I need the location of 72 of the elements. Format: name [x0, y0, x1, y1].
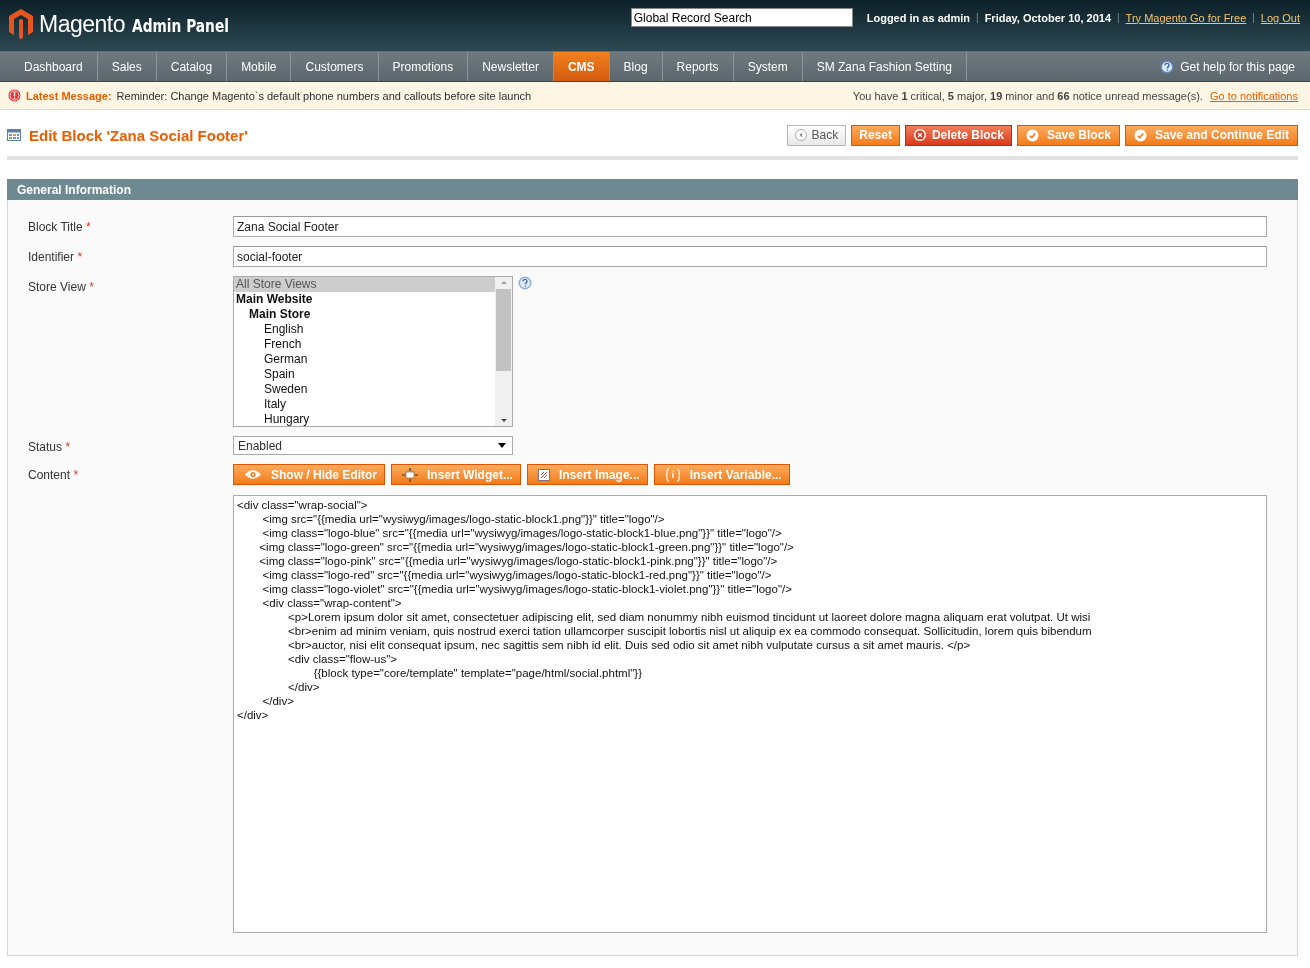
- field-label: Identifier: [28, 250, 75, 264]
- list-option[interactable]: All Store Views: [234, 277, 495, 292]
- list-option[interactable]: Sweden: [234, 382, 495, 397]
- list-option[interactable]: Hungary: [234, 412, 495, 427]
- back-button[interactable]: Back: [786, 124, 847, 146]
- checkmark-icon: [1025, 128, 1039, 142]
- nav-tab[interactable]: SM Zana Fashion Setting: [802, 52, 968, 81]
- nav-tab[interactable]: Blog: [609, 52, 663, 81]
- scroll-down-icon[interactable]: [500, 419, 507, 422]
- help-link[interactable]: Get help for this page: [1180, 59, 1295, 74]
- alert-icon: [8, 89, 21, 102]
- nav-tab[interactable]: Sales: [97, 52, 157, 81]
- required-mark: *: [73, 468, 79, 482]
- field-label: Store View: [28, 280, 86, 294]
- delete-button[interactable]: Delete Block: [904, 124, 1012, 146]
- field-label: Block Title: [28, 220, 83, 234]
- content-editor[interactable]: <div class="wrap-social"> <img src="{{media url="wysiwyg/images/logo-static-block1.png"}}" title="logo"/> <img class="logo-blue" src="{{media url="wysiwyg/images/logo-static-block1-blue.png"}}" title="logo"/> <img class="logo-green" src="{{media url="wysiwyg/images/logo-static-block1-green.png"}}" title="logo"/> <img class="logo-pink" src="{{media url="wysiwyg/images/logo-static-block1-pink.png"}}" title="logo"/> <img class="logo-red" src="{{media url="wysiwyg/images/logo-static-block1-red.png"}}" title="logo"/> <img class="logo-violet" src="{{media url="wysiwyg/images/logo-static-block1-violet.png"}}" title="logo"/> <div class="wrap-content"> <p>Lorem ipsum dolor sit amet, consectetuer adipiscing elit, sed diam nonummy nibh euismod tincidunt ut laoreet dolore magna aliquam erat volutpat. Ut wisi <br>enim ad minim veniam, quis nostrud exerci tation ullamcorper suscipit lobortis nisl ut aliquip ex ea commodo consequat. Sollicitudin, lorem quis bibendum <br>auctor, nisi elit consequat ipsum, nec sagittis sem nibh id elit. Duis sed odio sit amet nibh vulputate cursus a sit amet mauris. </p> <div class="flow-us"> {{block type="core/template" template="page/html/social.phtml"}} </div> </div> </div>: [233, 495, 1267, 933]
- scrollbar[interactable]: [495, 277, 512, 426]
- scroll-up-icon[interactable]: [500, 281, 507, 284]
- variable-icon: [664, 467, 681, 482]
- login-status: Logged in as admin: [866, 11, 971, 24]
- nav-tab[interactable]: Promotions: [378, 52, 469, 81]
- eye-icon: [244, 469, 262, 480]
- field-label: Status: [28, 440, 63, 454]
- separator: |: [1117, 12, 1120, 23]
- header-link[interactable]: Try Magento Go for Free: [1125, 11, 1247, 24]
- separator: |: [1252, 12, 1255, 23]
- help-icon[interactable]: [518, 276, 532, 290]
- date-text: Friday, October 10, 2014: [984, 11, 1111, 24]
- field-label: Content: [28, 468, 71, 482]
- nav-tab[interactable]: Reports: [662, 52, 734, 81]
- list-option[interactable]: French: [234, 337, 495, 352]
- nav-tab[interactable]: Catalog: [156, 52, 228, 81]
- help-icon: [1160, 59, 1175, 74]
- image-icon: [537, 468, 550, 481]
- required-mark: *: [86, 220, 91, 234]
- nav-tab[interactable]: Mobile: [227, 52, 292, 81]
- status-select[interactable]: Enabled: [233, 436, 513, 455]
- list-option[interactable]: Main Store: [234, 307, 495, 322]
- required-mark: *: [89, 280, 94, 294]
- search-field[interactable]: Global Record Search: [630, 8, 853, 27]
- logo-text: Magento: [39, 10, 125, 38]
- section-header: General Information: [7, 179, 1298, 200]
- separator: |: [976, 12, 979, 23]
- checkmark-icon: [1134, 128, 1147, 142]
- notification-summary: You have 1 critical, 5 major, 19 minor and 66 notice unread message(s).: [852, 89, 1203, 102]
- nav-tab[interactable]: System: [733, 52, 803, 81]
- required-mark: *: [77, 250, 83, 264]
- message-text: Reminder: Change Magento`s default phone numbers and callouts before site launch: [116, 89, 532, 102]
- close-icon: [912, 128, 927, 142]
- header-link[interactable]: Log Out: [1260, 11, 1300, 24]
- list-option[interactable]: English: [234, 322, 495, 337]
- dropdown-arrow-icon: [498, 442, 506, 449]
- nav-tab[interactable]: Dashboard: [10, 52, 98, 81]
- notifications-link[interactable]: Go to notifications: [1209, 89, 1298, 102]
- list-option[interactable]: Italy: [234, 397, 495, 412]
- widget-icon: [402, 467, 418, 482]
- logo-icon: [8, 8, 34, 40]
- text-field[interactable]: Zana Social Footer: [233, 216, 1267, 237]
- list-option[interactable]: Spain: [234, 367, 495, 382]
- logo-subtitle: Admin Panel: [132, 15, 229, 36]
- store-view-list[interactable]: All Store Views Main Website Main Store English French German Spain Sweden Italy Hungary: [233, 276, 513, 427]
- required-mark: *: [65, 440, 71, 454]
- page-title: Edit Block 'Zana Social Footer': [29, 126, 248, 144]
- grid-icon: [7, 129, 21, 141]
- message-label: Latest Message:: [26, 89, 112, 102]
- nav-tab[interactable]: Customers: [291, 52, 379, 81]
- list-option[interactable]: German: [234, 352, 495, 367]
- nav-tab[interactable]: Newsletter: [468, 52, 554, 81]
- nav-tab[interactable]: CMS: [553, 52, 610, 81]
- list-option[interactable]: Main Website: [234, 292, 495, 307]
- text-field[interactable]: social-footer: [233, 246, 1267, 267]
